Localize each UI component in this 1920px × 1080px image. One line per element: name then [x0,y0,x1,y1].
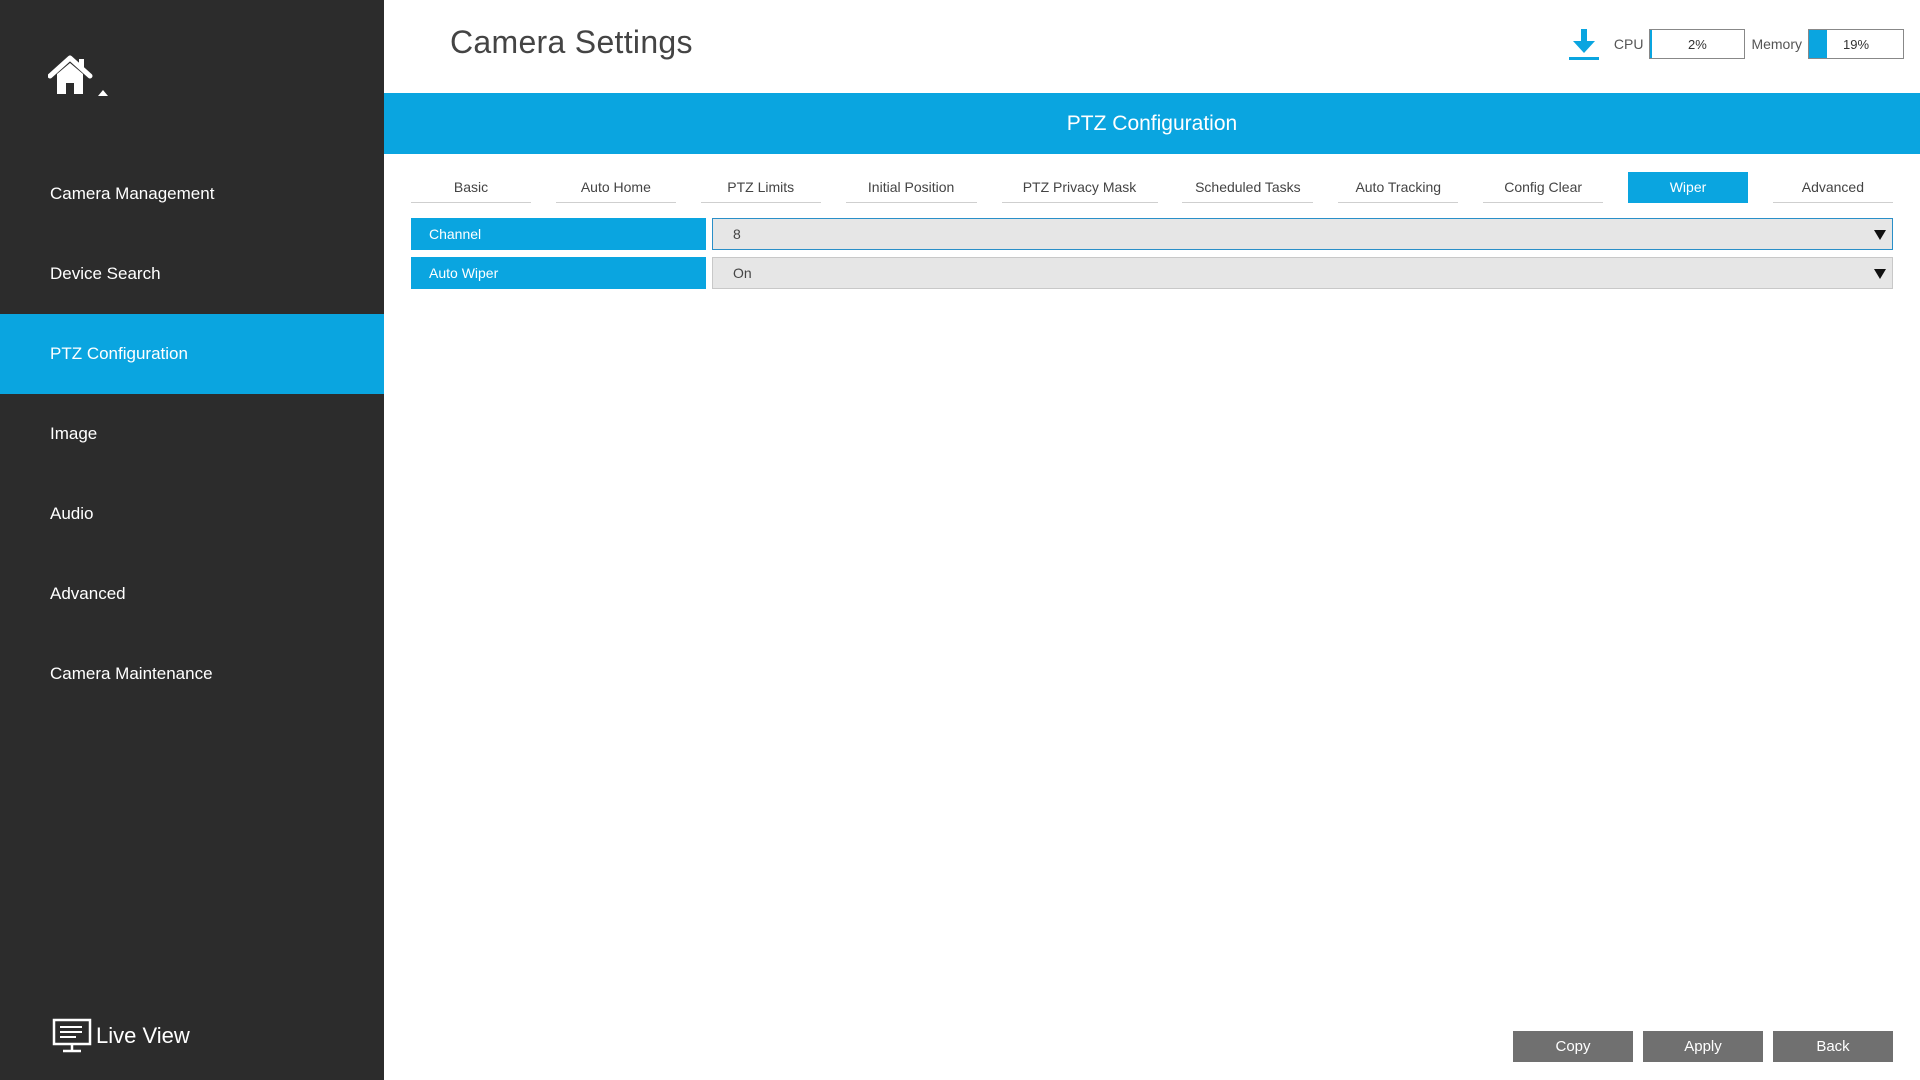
page-title: Camera Settings [450,24,693,60]
system-status: CPU 2% Memory 19% [1566,28,1910,60]
tab-auto-home[interactable]: Auto Home [555,172,676,203]
tab-config-clear[interactable]: Config Clear [1483,172,1604,203]
live-view-button[interactable]: Live View [52,1018,190,1054]
memory-meter: 19% [1808,29,1904,59]
sidebar-item-image[interactable]: Image [0,394,384,474]
tab-advanced[interactable]: Advanced [1772,172,1893,203]
download-icon[interactable] [1566,26,1602,62]
cpu-meter: 2% [1649,29,1746,59]
auto-wiper-label: Auto Wiper [411,257,706,289]
section-title: PTZ Configuration [1066,111,1238,135]
tab-scheduled-tasks[interactable]: Scheduled Tasks [1182,172,1314,203]
tab-ptz-privacy-mask[interactable]: PTZ Privacy Mask [1001,172,1158,203]
sidebar-item-camera-maintenance[interactable]: Camera Maintenance [0,634,384,714]
cpu-value: 2% [1688,36,1707,52]
channel-row: Channel 8 [411,218,1893,250]
auto-wiper-row: Auto Wiper On [411,257,1893,289]
chevron-down-icon [1874,230,1886,240]
sidebar-item-ptz-configuration[interactable]: PTZ Configuration [0,314,384,394]
sidebar-nav: Camera Management Device Search PTZ Conf… [0,154,384,714]
auto-wiper-value: On [733,265,752,281]
home-button[interactable] [48,54,114,104]
sidebar-item-audio[interactable]: Audio [0,474,384,554]
tab-initial-position[interactable]: Initial Position [845,172,977,203]
home-icon [48,55,108,96]
tab-ptz-limits[interactable]: PTZ Limits [700,172,821,203]
live-view-label: Live View [96,1023,190,1048]
sidebar-item-advanced[interactable]: Advanced [0,554,384,634]
sidebar-item-camera-management[interactable]: Camera Management [0,154,384,234]
tab-auto-tracking[interactable]: Auto Tracking [1338,172,1459,203]
tab-basic[interactable]: Basic [411,172,531,203]
sidebar-item-device-search[interactable]: Device Search [0,234,384,314]
memory-label: Memory [1751,36,1802,52]
tab-bar: Basic Auto Home PTZ Limits Initial Posit… [411,172,1893,203]
cpu-label: CPU [1613,36,1644,52]
back-button[interactable]: Back [1773,1031,1893,1062]
channel-select[interactable]: 8 [712,218,1893,250]
section-banner: PTZ Configuration [384,93,1920,154]
memory-value: 19% [1842,36,1870,52]
chevron-down-icon [1874,269,1886,279]
channel-value: 8 [733,226,741,242]
tab-wiper[interactable]: Wiper [1628,172,1748,203]
sidebar: Camera Management Device Search PTZ Conf… [0,0,384,1080]
channel-label: Channel [411,218,706,250]
apply-button[interactable]: Apply [1643,1031,1763,1062]
monitor-icon [52,1018,92,1053]
auto-wiper-select[interactable]: On [712,257,1893,289]
copy-button[interactable]: Copy [1513,1031,1633,1062]
